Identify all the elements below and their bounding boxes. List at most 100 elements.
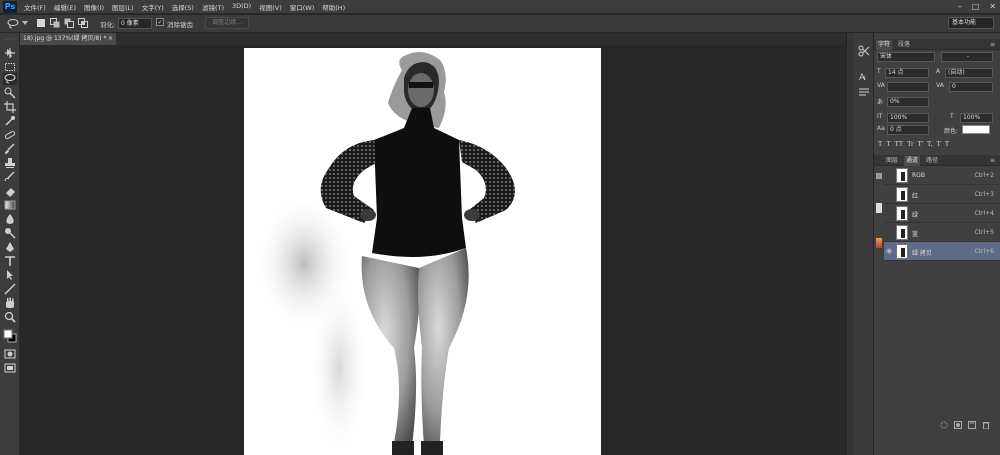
panel-menu-icon[interactable]: ≡ xyxy=(988,156,997,166)
crop-icon[interactable] xyxy=(4,101,16,113)
eye-icon[interactable] xyxy=(886,228,894,236)
panel-menu-icon[interactable]: ≡ xyxy=(988,40,997,50)
type-icon[interactable] xyxy=(4,255,16,267)
options-bar: 羽化: 0 像素 ✓ 消除锯齿 调整边缘... 基本功能 xyxy=(0,15,1000,33)
hand-icon[interactable] xyxy=(4,297,16,309)
font-style-select[interactable]: - xyxy=(941,52,993,62)
menu-filter[interactable]: 滤镜(T) xyxy=(202,2,224,12)
antialias-checkbox[interactable]: ✓ xyxy=(156,18,164,26)
screen-mode-icon[interactable] xyxy=(4,363,16,373)
text-color-swatch[interactable] xyxy=(962,125,990,134)
close-tab-icon[interactable]: × xyxy=(108,33,113,45)
eye-icon[interactable]: ◉ xyxy=(886,247,894,255)
subtract-selection-icon[interactable] xyxy=(64,18,74,28)
new-channel-icon[interactable] xyxy=(968,421,976,429)
path-select-icon[interactable] xyxy=(4,269,16,281)
menu-edit[interactable]: 编辑(E) xyxy=(54,2,76,12)
document-tab[interactable]: 18).jpg @ 137%(绿 拷贝/8) * × xyxy=(20,33,116,45)
menu-view[interactable]: 视图(V) xyxy=(259,2,282,12)
menu-layer[interactable]: 图层(L) xyxy=(112,2,134,12)
tracking-field[interactable]: 0 xyxy=(949,82,993,92)
line-tool-icon[interactable] xyxy=(4,283,16,295)
baseline-shift-field[interactable]: 0 点 xyxy=(887,125,929,135)
all-caps-button[interactable]: TT xyxy=(895,140,904,150)
tab-channels[interactable]: 通道 xyxy=(904,156,921,166)
tab-paths[interactable]: 路径 xyxy=(924,156,940,166)
move-icon[interactable] xyxy=(4,47,16,59)
quick-mask-icon[interactable] xyxy=(4,349,16,359)
workspace-select[interactable]: 基本功能 xyxy=(948,17,994,29)
eye-icon[interactable] xyxy=(886,190,894,198)
quick-select-icon[interactable] xyxy=(4,87,16,99)
menu-help[interactable]: 帮助(H) xyxy=(322,2,345,12)
superscript-button[interactable]: T' xyxy=(918,140,924,150)
vertical-scale-field[interactable]: 100% xyxy=(887,113,929,123)
menu-select[interactable]: 选择(S) xyxy=(172,2,194,12)
load-selection-icon[interactable] xyxy=(940,421,948,429)
scissors-icon[interactable] xyxy=(858,45,870,57)
kerning-field[interactable] xyxy=(887,82,929,92)
eye-icon[interactable] xyxy=(886,171,894,179)
font-family-select[interactable]: 宋体 xyxy=(877,52,935,62)
intersect-selection-icon[interactable] xyxy=(78,18,88,28)
font-size-field[interactable]: 14 点 xyxy=(885,68,929,78)
refine-edge-button[interactable]: 调整边缘... xyxy=(205,17,249,29)
channel-row-selected[interactable]: ◉ 绿 拷贝 Ctrl+6 xyxy=(884,242,1000,261)
stamp-icon[interactable] xyxy=(4,157,16,169)
blur-icon[interactable] xyxy=(4,213,16,225)
minimize-button[interactable]: – xyxy=(958,2,962,11)
tab-layers[interactable]: 图层 xyxy=(884,156,900,166)
lasso-icon[interactable] xyxy=(6,18,20,29)
color-swatches-icon[interactable] xyxy=(3,329,17,343)
character-panel-icon[interactable]: AI xyxy=(858,71,870,81)
eye-icon[interactable] xyxy=(886,209,894,217)
marquee-icon[interactable] xyxy=(4,61,16,73)
feather-input[interactable]: 0 像素 xyxy=(118,18,152,29)
menu-image[interactable]: 图像(I) xyxy=(84,2,104,12)
menu-type[interactable]: 文字(Y) xyxy=(142,2,164,12)
tab-character[interactable]: 字符 xyxy=(876,40,893,50)
menu-window[interactable]: 窗口(W) xyxy=(290,2,315,12)
maximize-button[interactable]: □ xyxy=(972,2,980,11)
healing-icon[interactable] xyxy=(4,129,16,141)
brush-icon[interactable] xyxy=(4,143,16,155)
channel-row[interactable]: 蓝 Ctrl+5 xyxy=(884,223,1000,242)
channel-row[interactable]: RGB Ctrl+2 xyxy=(884,166,1000,185)
menu-file[interactable]: 文件(F) xyxy=(24,2,46,12)
document-canvas[interactable] xyxy=(244,48,601,455)
strikethrough-button[interactable]: T xyxy=(945,140,949,150)
eyedropper-icon[interactable] xyxy=(4,115,16,127)
photoshop-logo[interactable]: Ps xyxy=(3,1,17,13)
faux-bold-button[interactable]: T xyxy=(878,140,882,150)
small-caps-button[interactable]: Tr xyxy=(907,140,913,150)
menu-3d[interactable]: 3D(D) xyxy=(232,2,251,12)
eraser-icon[interactable] xyxy=(4,185,16,197)
mini-tool-icon[interactable] xyxy=(876,203,882,213)
underline-button[interactable]: T xyxy=(937,140,941,150)
faux-italic-button[interactable]: T xyxy=(886,140,890,150)
history-brush-icon[interactable] xyxy=(4,171,16,183)
horizontal-scale-field[interactable]: 100% xyxy=(960,113,993,123)
channel-row[interactable]: 绿 Ctrl+4 xyxy=(884,204,1000,223)
channel-row[interactable]: 红 Ctrl+3 xyxy=(884,185,1000,204)
lasso-icon[interactable] xyxy=(3,73,17,85)
pen-icon[interactable] xyxy=(4,241,16,253)
add-selection-icon[interactable] xyxy=(50,18,60,28)
mini-swatch-icon[interactable] xyxy=(876,238,882,248)
leading-field[interactable]: (自动) xyxy=(945,68,993,78)
new-selection-icon[interactable] xyxy=(36,18,46,28)
chevron-down-icon[interactable] xyxy=(22,21,28,26)
gradient-icon[interactable] xyxy=(4,199,16,211)
save-selection-icon[interactable] xyxy=(954,421,962,429)
zoom-icon[interactable] xyxy=(4,311,16,323)
delete-channel-icon[interactable] xyxy=(982,421,990,429)
dodge-icon[interactable] xyxy=(4,227,16,239)
paragraph-panel-icon[interactable] xyxy=(858,87,870,97)
panel-dock-divider[interactable] xyxy=(846,33,854,455)
mini-tool-icon[interactable] xyxy=(876,173,882,179)
tab-paragraph[interactable]: 段落 xyxy=(896,40,912,50)
close-button[interactable]: ✕ xyxy=(989,2,996,11)
grip-icon[interactable] xyxy=(2,36,18,42)
subscript-button[interactable]: T, xyxy=(927,140,933,150)
tsume-field[interactable]: 0% xyxy=(887,97,929,107)
